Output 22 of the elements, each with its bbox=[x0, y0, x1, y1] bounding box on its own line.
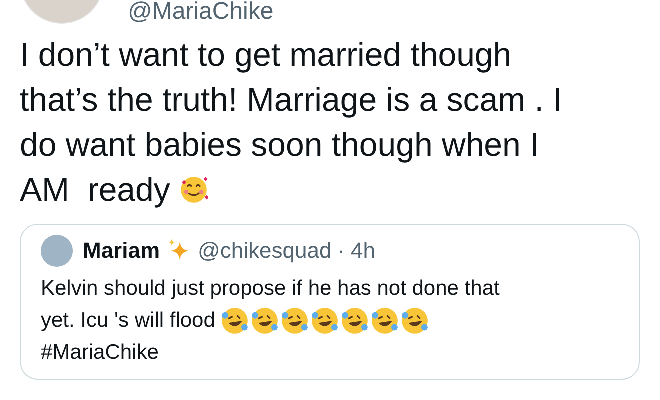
display-name[interactable]: Mariam bbox=[83, 238, 160, 264]
tweet-text-line: that’s the truth! Marriage is a scam . I bbox=[20, 80, 562, 120]
laughing-face-icon bbox=[281, 307, 310, 335]
laughing-face-icon bbox=[221, 307, 250, 335]
quoted-tweet-card[interactable]: Mariam @chikesquad · 4h Kelvin should just propose if he has not done that yet. Icu 's will flood #MariaChike bbox=[20, 224, 640, 380]
laughing-face-icon bbox=[341, 307, 370, 335]
tweet-text-line: AM ready bbox=[20, 170, 170, 210]
timestamp[interactable]: 4h bbox=[351, 238, 376, 264]
tweet-text-line: I don’t want to get married though bbox=[20, 35, 512, 75]
quoted-tweet-text-line: Kelvin should just propose if he has not done that bbox=[41, 276, 500, 302]
user-handle[interactable]: @MariaChike bbox=[128, 0, 274, 25]
smiling-face-with-hearts-icon bbox=[180, 176, 208, 204]
user-handle[interactable]: @chikesquad bbox=[198, 238, 332, 264]
avatar-circle[interactable] bbox=[41, 235, 73, 267]
hashtag-link[interactable]: #MariaChike bbox=[41, 337, 159, 369]
laughing-face-icon bbox=[371, 307, 400, 335]
laughing-face-icon bbox=[311, 307, 340, 335]
laughing-face-icon bbox=[251, 307, 280, 335]
separator-dot: · bbox=[338, 238, 346, 264]
tweet-text-line: do want babies soon though when I bbox=[20, 125, 540, 165]
quoted-tweet-text-line: yet. Icu 's will flood bbox=[41, 308, 216, 334]
laughing-face-icon bbox=[401, 307, 430, 335]
